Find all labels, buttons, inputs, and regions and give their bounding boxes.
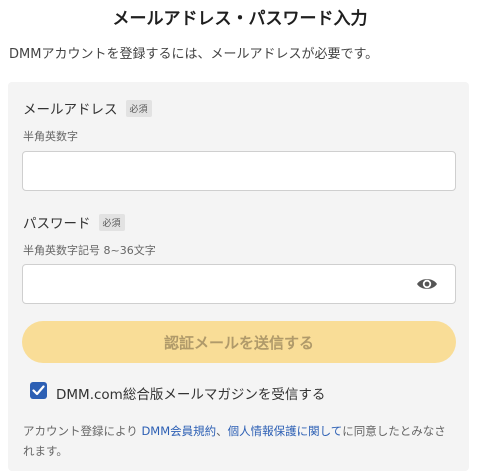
password-field[interactable]: [22, 264, 456, 304]
password-label-text: パスワード: [23, 216, 91, 232]
terms-prefix: アカウント登録により: [23, 424, 142, 438]
checkmark-icon: [32, 385, 45, 396]
terms-link-privacy[interactable]: 個人情報保護に関して: [228, 424, 343, 438]
password-label: パスワード 必須: [23, 212, 125, 232]
email-field[interactable]: [22, 151, 456, 191]
required-badge: 必須: [98, 213, 125, 231]
send-verification-button[interactable]: 認証メールを送信する: [22, 321, 456, 363]
intro-text: DMMアカウントを登録するには、メールアドレスが必要です。: [9, 47, 379, 62]
terms-text: アカウント登録により DMM会員規約、個人情報保護に関してに同意したとみなされま…: [23, 421, 453, 461]
newsletter-checkbox[interactable]: [30, 382, 47, 399]
newsletter-label[interactable]: DMM.com総合版メールマガジンを受信する: [56, 383, 325, 403]
page-title: メールアドレス・パスワード入力: [112, 9, 368, 29]
email-label: メールアドレス 必須: [23, 98, 152, 118]
terms-link-member-rules[interactable]: DMM会員規約: [141, 424, 216, 438]
required-badge: 必須: [125, 99, 152, 117]
email-hint: 半角英数字: [23, 130, 78, 143]
email-label-text: メールアドレス: [23, 102, 118, 118]
terms-separator: 、: [216, 424, 228, 438]
password-hint: 半角英数字記号 8~36文字: [23, 244, 156, 257]
eye-icon[interactable]: [416, 276, 438, 292]
